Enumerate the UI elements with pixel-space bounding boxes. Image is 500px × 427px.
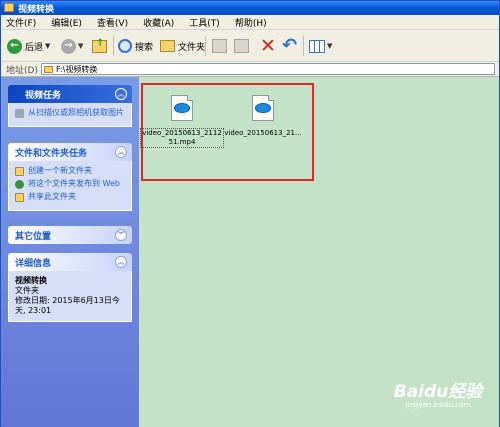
copy-to-button[interactable] bbox=[234, 35, 249, 57]
back-label: 后退 bbox=[25, 42, 44, 53]
move-to-icon bbox=[212, 39, 227, 53]
baidu-jingyan-watermark: Baidu经验 jingyan.baidu.com bbox=[379, 377, 497, 409]
copy-to-icon bbox=[234, 39, 249, 53]
delete-x-icon: ✕ bbox=[260, 34, 276, 57]
expand-icon[interactable]: ︾ bbox=[115, 229, 127, 241]
folders-icon bbox=[160, 40, 175, 52]
menu-view[interactable]: 查看(V) bbox=[97, 16, 128, 29]
watermark-logo: Baidu经验 bbox=[393, 382, 483, 402]
menu-bar: 文件(F) 编辑(E) 查看(V) 收藏(A) 工具(T) 帮助(H) bbox=[1, 15, 499, 30]
details-name: 视频转换 bbox=[15, 276, 47, 285]
details-modified: 修改日期: 2015年6月13日今天, 23:01 bbox=[15, 296, 120, 315]
toolbar-separator bbox=[205, 36, 206, 56]
details-header[interactable]: 详细信息 ︽ bbox=[8, 253, 132, 271]
back-button[interactable]: ← 后退 ▼ bbox=[7, 35, 50, 57]
globe-icon bbox=[15, 180, 24, 189]
toolbar-separator bbox=[113, 36, 114, 56]
other-places-panel: 其它位置 ︾ bbox=[8, 226, 132, 244]
folder-icon bbox=[43, 65, 53, 73]
new-folder-link[interactable]: 创建一个新文件夹 bbox=[15, 166, 125, 176]
collapse-icon[interactable]: ︽ bbox=[115, 146, 127, 158]
up-folder-icon: ↑ bbox=[92, 38, 107, 53]
details-panel: 详细信息 ︽ 视频转换 文件夹 修改日期: 2015年6月13日今天, 23:0… bbox=[8, 253, 132, 322]
menu-favorites[interactable]: 收藏(A) bbox=[143, 16, 174, 29]
address-value: F:\视频转换 bbox=[55, 64, 98, 74]
watermark-url: jingyan.baidu.com bbox=[405, 401, 471, 409]
search-icon bbox=[118, 39, 132, 53]
title-bar[interactable]: 视频转换 bbox=[1, 1, 499, 15]
toolbar: ← 后退 ▼ → ▼ ↑ 搜索 文件夹 ✕ ↶ ▼ bbox=[1, 31, 499, 62]
menu-tools[interactable]: 工具(T) bbox=[189, 16, 220, 29]
video-tasks-header[interactable]: 视频任务 ︽ bbox=[8, 85, 132, 103]
folders-button[interactable]: 文件夹 bbox=[160, 35, 205, 57]
up-folder-button[interactable]: ↑ bbox=[92, 35, 107, 57]
address-bar: 地址(D) F:\视频转换 bbox=[1, 62, 499, 77]
menu-file[interactable]: 文件(F) bbox=[6, 16, 36, 29]
share-folder-icon bbox=[15, 193, 24, 202]
collapse-icon[interactable]: ︽ bbox=[115, 256, 127, 268]
menu-edit[interactable]: 编辑(E) bbox=[51, 16, 82, 29]
toolbar-separator bbox=[303, 36, 304, 56]
views-icon bbox=[309, 39, 325, 53]
other-places-title: 其它位置 bbox=[15, 231, 52, 242]
other-places-header[interactable]: 其它位置 ︾ bbox=[8, 226, 132, 244]
folders-label: 文件夹 bbox=[178, 42, 206, 53]
undo-button[interactable]: ↶ bbox=[282, 35, 297, 57]
delete-button[interactable]: ✕ bbox=[260, 35, 276, 57]
back-arrow-icon: ← bbox=[7, 38, 22, 54]
search-label: 搜索 bbox=[135, 42, 154, 53]
search-button[interactable]: 搜索 bbox=[118, 35, 153, 57]
undo-icon: ↶ bbox=[282, 35, 298, 56]
forward-arrow-icon: → bbox=[61, 38, 76, 54]
video-tasks-title: 视频任务 bbox=[25, 90, 62, 101]
chevron-down-icon: ▼ bbox=[78, 42, 84, 50]
file-tasks-body: 创建一个新文件夹 将这个文件夹发布到 Web 共享此文件夹 bbox=[8, 161, 132, 211]
highlight-box bbox=[141, 83, 314, 181]
details-body: 视频转换 文件夹 修改日期: 2015年6月13日今天, 23:01 bbox=[8, 271, 132, 322]
file-tasks-title: 文件和文件夹任务 bbox=[15, 148, 88, 159]
window-title: 视频转换 bbox=[18, 5, 55, 15]
file-tasks-header[interactable]: 文件和文件夹任务 ︽ bbox=[8, 143, 132, 161]
folder-icon bbox=[4, 3, 14, 12]
new-folder-icon bbox=[15, 167, 24, 176]
collapse-icon[interactable]: ︽ bbox=[115, 88, 127, 100]
forward-button[interactable]: → ▼ bbox=[61, 35, 83, 57]
views-button[interactable]: ▼ bbox=[309, 35, 332, 57]
chevron-down-icon: ▼ bbox=[45, 42, 51, 50]
camera-icon bbox=[15, 109, 24, 118]
get-pictures-link[interactable]: 从扫描仪或照相机获取图片 bbox=[15, 108, 125, 118]
file-tasks-panel: 文件和文件夹任务 ︽ 创建一个新文件夹 将这个文件夹发布到 Web 共享此文件夹 bbox=[8, 143, 132, 211]
address-field[interactable]: F:\视频转换 bbox=[40, 63, 495, 75]
address-label: 地址(D) bbox=[6, 65, 38, 76]
task-pane: 视频任务 ︽ 从扫描仪或照相机获取图片 文件和文件夹任务 ︽ 创建一个新文件夹 bbox=[1, 77, 139, 427]
video-tasks-body: 从扫描仪或照相机获取图片 bbox=[8, 103, 132, 127]
share-folder-link[interactable]: 共享此文件夹 bbox=[15, 192, 125, 202]
video-tasks-panel: 视频任务 ︽ 从扫描仪或照相机获取图片 bbox=[8, 85, 132, 127]
details-title: 详细信息 bbox=[15, 258, 52, 269]
explorer-window: 视频转换 文件(F) 编辑(E) 查看(V) 收藏(A) 工具(T) 帮助(H)… bbox=[0, 0, 500, 427]
publish-web-link[interactable]: 将这个文件夹发布到 Web bbox=[15, 179, 125, 189]
move-to-button[interactable] bbox=[212, 35, 227, 57]
menu-help[interactable]: 帮助(H) bbox=[235, 16, 267, 29]
chevron-down-icon: ▼ bbox=[327, 42, 333, 50]
details-type: 文件夹 bbox=[15, 286, 39, 295]
